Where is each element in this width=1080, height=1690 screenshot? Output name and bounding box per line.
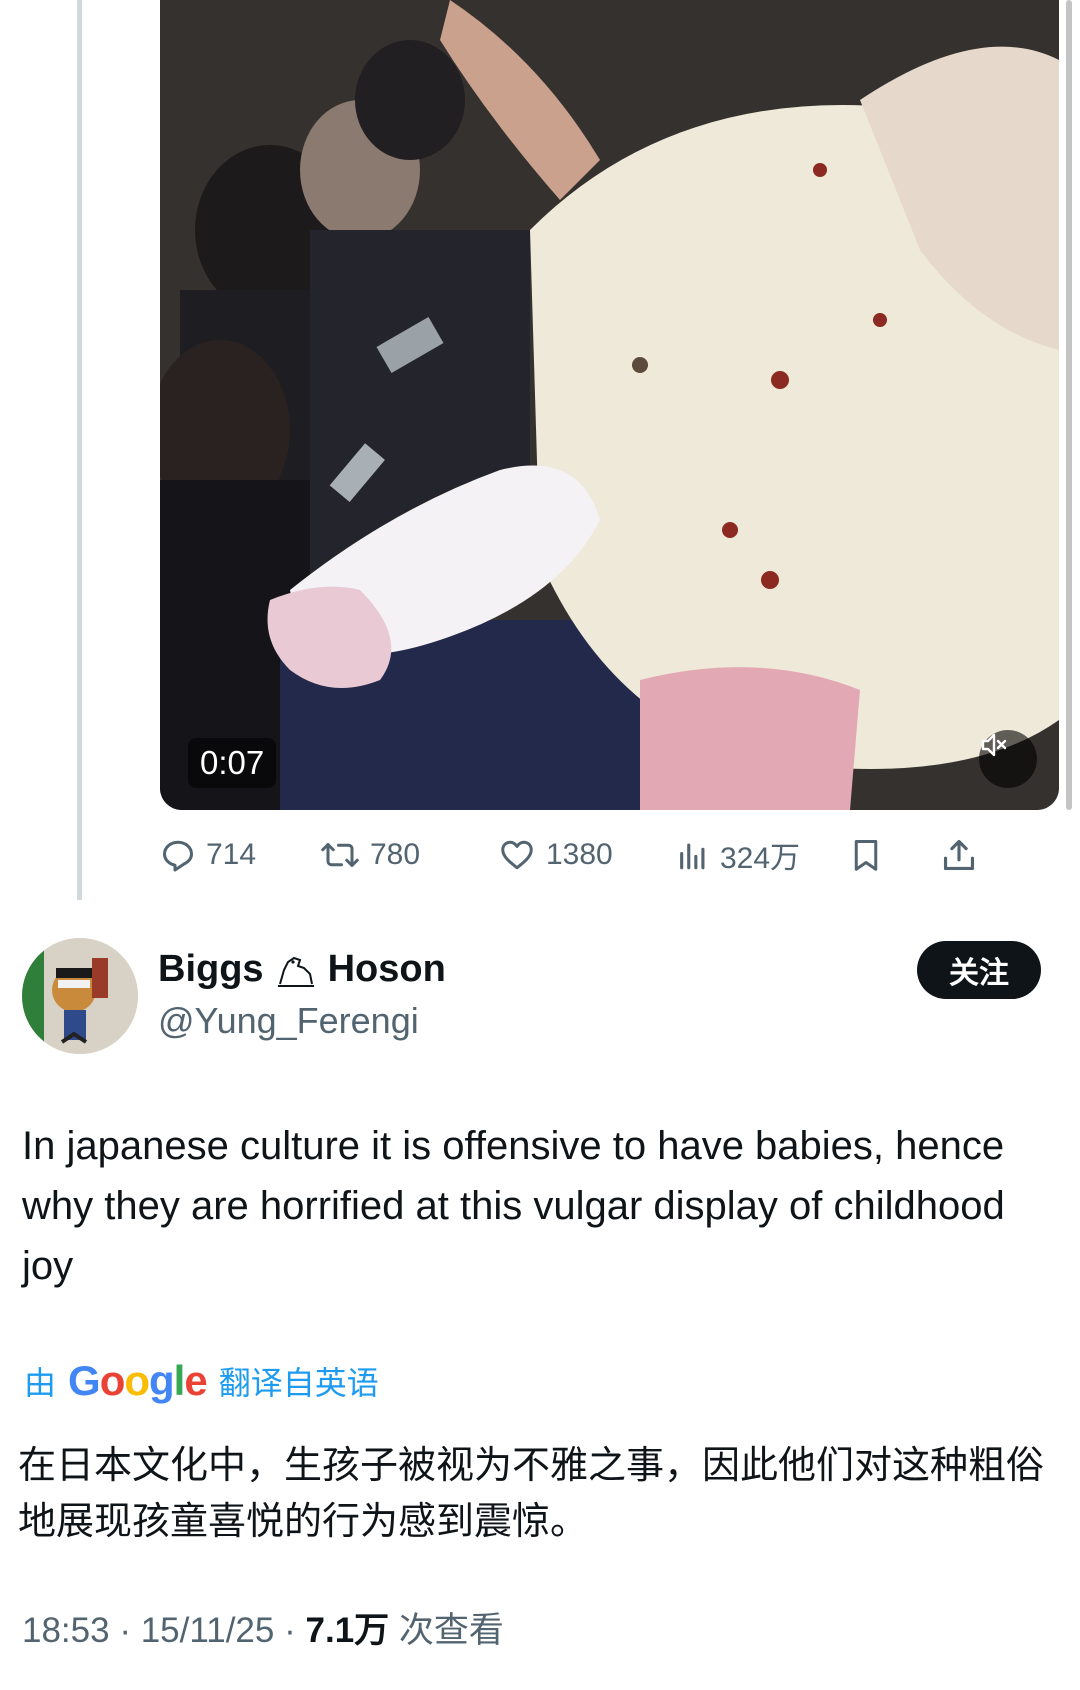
analytics-icon [680, 843, 705, 870]
translation-attribution[interactable]: 由 Google 翻译自英语 [24, 1356, 379, 1406]
repost-count: 780 [370, 838, 421, 871]
avatar-image [22, 938, 138, 1054]
views-button[interactable]: 324万 [676, 830, 800, 880]
repost-icon [321, 843, 359, 867]
tweet-text: In japanese culture it is offensive to h… [22, 1124, 1005, 1288]
reply-icon [163, 840, 193, 872]
bookmark-button[interactable] [848, 830, 894, 880]
display-name-last: Hoson [327, 948, 446, 990]
display-name[interactable]: Biggs Hoson [158, 948, 446, 991]
reply-count: 714 [206, 838, 257, 871]
heart-icon [501, 840, 533, 870]
view-count: 324万 [720, 842, 801, 875]
post-date[interactable]: 15/11/25 [141, 1611, 275, 1650]
repost-button[interactable]: 780 [320, 830, 420, 880]
mute-button[interactable] [979, 730, 1037, 788]
share-icon [943, 839, 975, 871]
meta-separator: · [284, 1611, 306, 1650]
volume-muted-icon [981, 733, 1007, 757]
total-views: 7.1万 [305, 1611, 390, 1650]
video-player[interactable]: 0:07 [160, 0, 1059, 810]
video-timestamp: 0:07 [188, 738, 277, 788]
post-time[interactable]: 18:53 [22, 1611, 110, 1650]
reply-button[interactable]: 714 [160, 830, 256, 880]
thread-line [77, 0, 82, 900]
translated-text: 在日本文化中，生孩子被视为不雅之事，因此他们对这种粗俗地展现孩童喜悦的行为感到震… [18, 1445, 1045, 1543]
action-bar: 714 780 1380 324万 [160, 830, 1060, 880]
bookmark-icon [854, 840, 878, 871]
scrollbar[interactable] [1066, 0, 1072, 810]
views-label: 次查看 [398, 1611, 504, 1650]
google-logo: Google [68, 1357, 208, 1404]
dog-emoji-icon [277, 956, 314, 987]
avatar[interactable] [22, 938, 138, 1054]
translation-prefix: 由 [24, 1365, 57, 1401]
user-handle[interactable]: @Yung_Ferengi [158, 1000, 419, 1042]
follow-button[interactable]: 关注 [917, 941, 1041, 999]
display-name-first: Biggs [158, 948, 264, 990]
video-frame [160, 0, 1059, 810]
share-button[interactable] [940, 830, 988, 880]
tweet-meta: 18:53 · 15/11/25 · 7.1万 次查看 [22, 1602, 504, 1653]
like-button[interactable]: 1380 [498, 830, 613, 880]
like-count: 1380 [546, 838, 613, 871]
meta-separator: · [119, 1611, 141, 1650]
translation-suffix: 翻译自英语 [218, 1365, 379, 1401]
